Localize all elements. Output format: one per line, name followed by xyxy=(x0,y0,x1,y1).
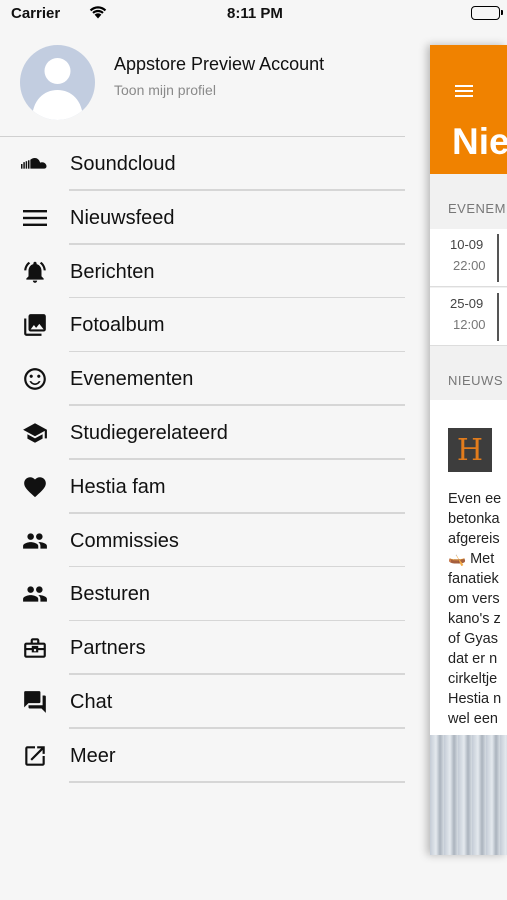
menu-item-hestia-fam[interactable]: Hestia fam xyxy=(0,460,405,514)
event-divider xyxy=(497,293,499,341)
menu-label: Besturen xyxy=(70,583,151,606)
people-icon xyxy=(21,581,49,607)
status-bar: Carrier 8:11 PM xyxy=(0,0,507,26)
news-section-label: NIEUWS xyxy=(448,373,503,388)
menu-label: Meer xyxy=(70,744,116,767)
menu-item-evenementen[interactable]: Evenementen xyxy=(0,352,405,406)
menu-label: Commissies xyxy=(70,529,179,552)
event-divider xyxy=(497,234,499,282)
event-time: 22:00 xyxy=(453,258,486,273)
menu-item-studiegerelateerd[interactable]: Studiegerelateerd xyxy=(0,406,405,460)
menu-item-berichten[interactable]: Berichten xyxy=(0,245,405,299)
event-date: 25-09 xyxy=(450,296,484,311)
bell-icon xyxy=(21,259,49,285)
news-card[interactable]: H Even ee betonka afgereis 🛶 Met fanatie… xyxy=(430,400,507,855)
menu-item-partners[interactable]: Partners xyxy=(0,621,405,675)
main-content-panel[interactable]: Nie EVENEM 10-09 22:00 25-09 12:00 NIEUW… xyxy=(430,45,507,855)
profile-header[interactable]: Appstore Preview Account Toon mijn profi… xyxy=(0,40,405,137)
menu-label: Nieuwsfeed xyxy=(70,206,175,229)
menu-label: Evenementen xyxy=(70,368,194,391)
avatar[interactable] xyxy=(20,45,95,120)
menu-label: Fotoalbum xyxy=(70,314,165,337)
clock: 8:11 PM xyxy=(227,5,283,22)
smiley-icon xyxy=(21,366,49,392)
wifi-icon xyxy=(88,4,108,23)
news-photo xyxy=(430,735,507,855)
event-row[interactable]: 10-09 22:00 xyxy=(430,229,507,287)
menu-label: Studiegerelateerd xyxy=(70,421,228,444)
graduation-cap-icon xyxy=(21,420,49,446)
chat-icon xyxy=(21,689,49,715)
heart-icon xyxy=(21,474,49,500)
menu-lines-icon xyxy=(21,205,49,231)
app-header: Nie xyxy=(430,45,507,174)
profile-name: Appstore Preview Account xyxy=(114,54,325,74)
event-time: 12:00 xyxy=(453,317,486,332)
menu-label: Soundcloud xyxy=(70,153,176,175)
briefcase-icon xyxy=(21,635,49,661)
soundcloud-icon xyxy=(21,151,49,177)
photo-album-icon xyxy=(21,312,49,338)
menu-item-besturen[interactable]: Besturen xyxy=(0,567,405,621)
navigation-drawer: Appstore Preview Account Toon mijn profi… xyxy=(0,0,430,900)
event-row[interactable]: 25-09 12:00 xyxy=(430,288,507,346)
people-icon xyxy=(21,528,49,554)
external-link-icon xyxy=(21,743,49,769)
menu-label: Berichten xyxy=(70,260,155,283)
menu-label: Hestia fam xyxy=(70,475,166,498)
news-text: Even ee betonka afgereis 🛶 Met fanatiek … xyxy=(448,491,502,727)
menu-label: Chat xyxy=(70,690,113,713)
profile-link[interactable]: Toon mijn profiel xyxy=(114,82,216,98)
menu-item-commissies[interactable]: Commissies xyxy=(0,514,405,568)
menu-item-soundcloud[interactable]: Soundcloud xyxy=(0,137,405,191)
menu-label: Partners xyxy=(70,637,146,660)
page-title: Nie xyxy=(452,121,507,162)
carrier-label: Carrier xyxy=(11,5,61,22)
menu-item-fotoalbum[interactable]: Fotoalbum xyxy=(0,298,405,352)
news-source-logo: H xyxy=(448,428,492,472)
hamburger-menu-icon[interactable] xyxy=(455,85,473,97)
battery-icon xyxy=(471,6,503,20)
menu-item-meer[interactable]: Meer xyxy=(0,729,405,783)
menu-item-chat[interactable]: Chat xyxy=(0,675,405,729)
events-section-label: EVENEM xyxy=(448,201,506,216)
menu-item-nieuwsfeed[interactable]: Nieuwsfeed xyxy=(0,191,405,245)
event-date: 10-09 xyxy=(450,237,484,252)
drawer-menu: Soundcloud Nieuwsfeed Berichten Fotoalbu… xyxy=(0,137,405,783)
